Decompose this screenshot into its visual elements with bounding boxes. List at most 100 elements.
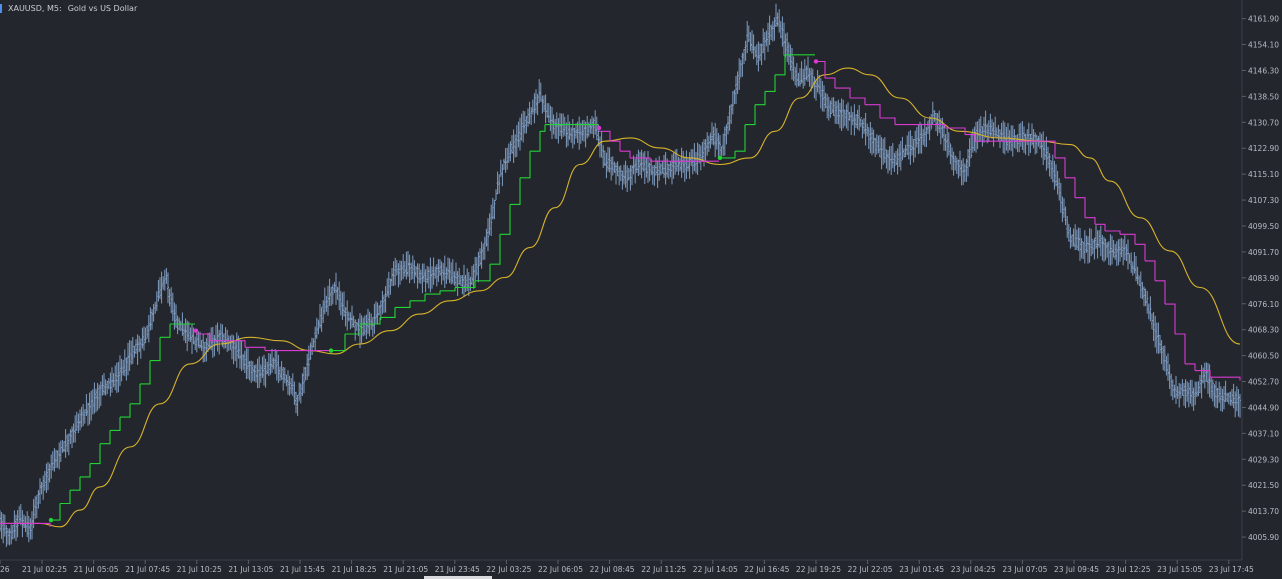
time-tick-label: 22 Jul 11:25 xyxy=(641,565,686,574)
trend-step-up xyxy=(160,324,171,338)
trend-step-down xyxy=(865,104,881,118)
trend-step-up xyxy=(395,300,411,308)
trend-step-up xyxy=(120,403,131,418)
time-tick-label: 22 Jul 03:25 xyxy=(486,565,531,574)
trend-step-up xyxy=(490,234,501,265)
trend-step-down xyxy=(1105,230,1121,235)
time-tick-label: 22 Jul 19:25 xyxy=(796,565,841,574)
time-tick-label: 21 Jul 02:25 xyxy=(22,565,67,574)
price-tick-label: 4091.70 xyxy=(1248,248,1279,257)
trend-step-up xyxy=(410,294,426,302)
trend-step-up xyxy=(775,54,786,76)
time-tick-label: 22 Jul 08:45 xyxy=(590,565,635,574)
price-tick-label: 4060.50 xyxy=(1248,352,1279,361)
trend-step-down xyxy=(850,97,866,105)
trend-step-up xyxy=(100,430,111,445)
trend-step-up xyxy=(735,124,746,152)
trend-step-up xyxy=(755,91,766,106)
trend-signal-up xyxy=(48,517,54,523)
time-tick-label: 23 Jul 07:05 xyxy=(1002,565,1047,574)
trend-signal-down xyxy=(813,59,819,64)
trend-step-up xyxy=(745,104,756,126)
chart-window[interactable]: XAUUSD, M5: Gold vs US Dollar 4161.90 415… xyxy=(0,0,1282,579)
trend-signal-down xyxy=(596,125,602,131)
price-tick-label: 4099.50 xyxy=(1248,222,1279,231)
trend-step-down xyxy=(620,150,631,158)
price-tick-label: 4052.70 xyxy=(1248,378,1279,387)
price-tick-label: 4161.90 xyxy=(1248,15,1279,24)
time-tick-label: 21 Jul 10:25 xyxy=(177,565,222,574)
price-tick-label: 4107.30 xyxy=(1248,196,1279,205)
price-tick-label: 4076.10 xyxy=(1248,300,1279,309)
trend-step-up xyxy=(440,287,456,292)
trend-step-up xyxy=(510,177,521,205)
price-chart[interactable]: 4161.90 4154.10 4146.30 4138.50 4130.70 4122.… xyxy=(0,0,1282,579)
price-tick-label: 4037.10 xyxy=(1248,429,1279,438)
price-axis: 4161.90 4154.10 4146.30 4138.50 4130.70 4122.… xyxy=(1242,15,1279,542)
time-tick-label: 22 Jul 22:05 xyxy=(848,565,893,574)
trend-step-down xyxy=(825,77,836,89)
time-tick-label: 23 Jul 01:45 xyxy=(899,565,944,574)
time-tick-label: 21 Jul 07:45 xyxy=(125,565,170,574)
trend-signal-up xyxy=(328,348,334,353)
price-tick-label: 4154.10 xyxy=(1248,41,1279,50)
price-tick-label: 4130.70 xyxy=(1248,118,1279,127)
trend-step-down xyxy=(835,87,851,98)
time-tick-label: 23 Jul 09:45 xyxy=(1054,565,1099,574)
time-tick-label: 21 Jul 18:25 xyxy=(332,565,377,574)
trend-step-up xyxy=(90,443,101,465)
time-tick-label: 21 Jul 13:05 xyxy=(228,565,273,574)
price-tick-label: 4083.90 xyxy=(1248,274,1279,283)
trend-signal-down xyxy=(193,328,199,333)
trend-step-up xyxy=(130,383,141,405)
trend-step-up xyxy=(765,74,776,92)
time-tick-label: 21 Jul 23:45 xyxy=(435,565,480,574)
moving-average-layer xyxy=(0,67,1241,528)
trend-step-up xyxy=(540,124,546,132)
trend-step-up xyxy=(520,151,531,179)
trend-signal-layer xyxy=(48,59,819,523)
price-tick-label: 4122.90 xyxy=(1248,144,1279,153)
price-tick-label: 4138.50 xyxy=(1248,92,1279,101)
trend-step-up xyxy=(140,360,151,385)
price-tick-label: 4013.70 xyxy=(1248,507,1279,516)
trend-step-up xyxy=(425,290,441,295)
price-tick-label: 4146.30 xyxy=(1248,66,1279,75)
trend-signal-up xyxy=(717,155,723,161)
trend-step-up xyxy=(110,417,121,431)
candles-layer xyxy=(0,3,1241,547)
time-tick-label: 23 Jul 17:45 xyxy=(1209,565,1254,574)
trend-step-up xyxy=(150,337,161,362)
time-tick-label: 23 Jul 12:25 xyxy=(1106,565,1151,574)
time-tick-label: 22 Jul 14:05 xyxy=(693,565,738,574)
price-tick-label: 4005.90 xyxy=(1248,533,1279,542)
trend-step-down xyxy=(599,130,611,142)
time-tick-label: 21 Jul 15:45 xyxy=(280,565,325,574)
trend-step-up xyxy=(51,503,61,521)
trend-step-down xyxy=(1165,303,1176,334)
time-tick-label: 26 xyxy=(0,565,10,574)
time-tick-label: 21 Jul 05:05 xyxy=(74,565,119,574)
moving-average-line xyxy=(0,67,1241,528)
trend-step-down xyxy=(1145,260,1156,281)
time-tick-label: 22 Jul 16:45 xyxy=(744,565,789,574)
trend-step-up xyxy=(530,131,541,152)
trend-step-down xyxy=(1185,363,1196,371)
trend-line-layer xyxy=(0,54,1241,527)
trend-step-up xyxy=(60,490,71,505)
trend-step-up xyxy=(80,463,91,478)
price-tick-label: 4068.30 xyxy=(1248,326,1279,335)
trend-step-down xyxy=(610,140,621,152)
trend-step-down xyxy=(1175,333,1186,364)
price-tick-label: 4021.50 xyxy=(1248,481,1279,490)
time-axis: 26 21 Jul 02:25 21 Jul 05:05 21 Jul 07:45 21… xyxy=(0,560,1254,574)
time-tick-label: 21 Jul 21:05 xyxy=(383,565,428,574)
trend-step-up xyxy=(331,334,346,352)
price-tick-label: 4044.90 xyxy=(1248,403,1279,412)
time-tick-label: 22 Jul 06:05 xyxy=(538,565,583,574)
trend-step-up xyxy=(70,476,81,491)
trend-step-down xyxy=(1085,217,1096,225)
trend-step-down xyxy=(880,117,896,125)
time-tick-label: 23 Jul 15:05 xyxy=(1157,565,1202,574)
trend-step-up xyxy=(720,151,736,159)
